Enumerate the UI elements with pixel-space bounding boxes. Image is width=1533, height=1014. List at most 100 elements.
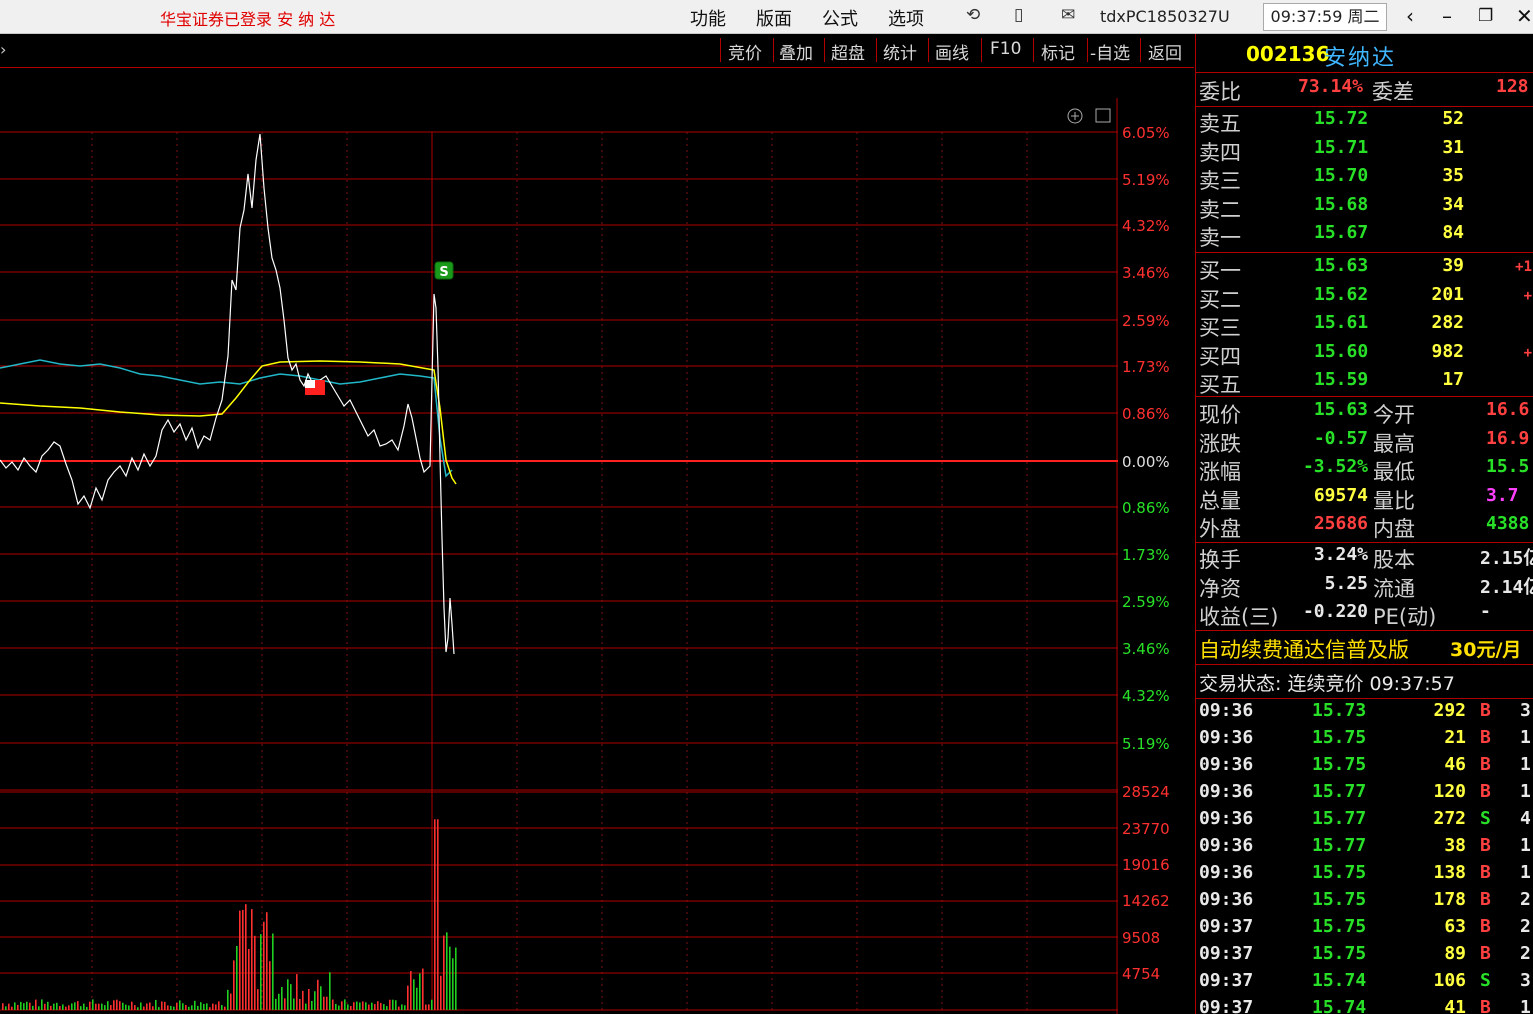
fund-value: 3.24% [1313, 544, 1368, 565]
fund-label: PE(动) [1373, 605, 1437, 630]
stat-value: 4388 [1486, 513, 1530, 535]
tick-side: B [1480, 754, 1491, 775]
divider [1196, 542, 1533, 543]
price-tick: 2.59% [1122, 593, 1170, 611]
menu-options[interactable]: 选项 [888, 5, 924, 31]
volume-bar [200, 1002, 202, 1010]
tick-count: 2 [1520, 943, 1531, 964]
tool-watchlist[interactable]: -自选 [1090, 39, 1130, 64]
volume-bar [161, 1001, 163, 1010]
volume-bar [167, 1005, 169, 1010]
tick-time: 09:37 [1199, 970, 1254, 991]
ask-label: 卖四 [1199, 140, 1241, 165]
minimize-icon[interactable]: – [1442, 4, 1452, 28]
stock-header: 002136 安纳达 [1196, 34, 1533, 73]
zoom-icon[interactable] [1067, 108, 1083, 124]
volume-bar [278, 993, 280, 1010]
volume-bar [188, 1006, 190, 1010]
divider [1196, 106, 1533, 107]
tick-volume: 89 [1444, 943, 1466, 964]
volume-bar [47, 1001, 49, 1010]
tick-time: 09:36 [1199, 808, 1254, 829]
tick-row: 09:36 15.73 292 B 3 [1196, 700, 1533, 727]
volume-grid [0, 827, 1118, 1011]
mail-icon[interactable]: ✉ [1061, 5, 1075, 25]
expand-arrow-icon[interactable]: › [0, 40, 6, 59]
volume-bar [77, 1001, 79, 1010]
tool-stats[interactable]: 统计 [883, 39, 917, 64]
volume-bar [158, 1007, 160, 1010]
menu-layout[interactable]: 版面 [756, 5, 792, 31]
volume-bar [440, 975, 442, 1010]
volume-bar [374, 1004, 376, 1010]
tick-count: 1 [1520, 727, 1531, 748]
bid-price: 15.59 [1314, 369, 1369, 391]
volume-bar [350, 1005, 352, 1010]
sell-marker[interactable]: S [434, 261, 454, 280]
tick-row: 09:36 15.77 120 B 1 [1196, 781, 1533, 808]
bid-row: 买三 15.61 282 [1196, 312, 1533, 340]
toolbar-divider [928, 38, 929, 62]
tick-row: 09:36 15.75 21 B 1 [1196, 727, 1533, 754]
menu-formula[interactable]: 公式 [822, 5, 858, 31]
fund-row: 净资 5.25流通 2.14亿 [1196, 573, 1533, 601]
ask-row: 卖四 15.71 31 [1196, 137, 1533, 165]
tick-side: B [1480, 997, 1491, 1014]
restore-icon[interactable]: ❐ [1478, 6, 1493, 26]
volume-bar [116, 999, 118, 1010]
volume-bar [2, 1003, 4, 1010]
tick-time: 09:36 [1199, 781, 1254, 802]
stat-value: -3.52% [1302, 456, 1368, 478]
tick-side: B [1480, 862, 1491, 883]
tool-auction[interactable]: 竞价 [728, 39, 762, 64]
volume-bar [329, 972, 331, 1010]
promo-banner[interactable]: 自动续费通达信普及版 30元/月 [1196, 632, 1533, 664]
back-icon[interactable]: ‹ [1406, 4, 1414, 28]
aux-line [0, 359, 453, 478]
volume-bar [356, 1001, 358, 1010]
volume-bar [239, 910, 241, 1010]
tool-superpan[interactable]: 超盘 [831, 39, 865, 64]
bid-volume: 39 [1442, 255, 1464, 276]
volume-bar [218, 1001, 220, 1010]
title-bar: 华宝证券已登录 安 纳 达 功能 版面 公式 选项 ⟲ ▯ ✉ tdxPC185… [0, 0, 1533, 34]
volume-bar [437, 819, 439, 1010]
volume-tick: 23770 [1122, 820, 1170, 838]
volume-bar [233, 960, 235, 1010]
tick-time: 09:37 [1199, 916, 1254, 937]
volume-bar [101, 1003, 103, 1010]
window-icon[interactable] [1095, 108, 1111, 123]
stat-value: 25686 [1313, 513, 1368, 535]
tick-price: 15.77 [1312, 808, 1367, 829]
phone-icon[interactable]: ▯ [1014, 5, 1023, 25]
tool-return[interactable]: 返回 [1148, 39, 1182, 64]
price-tick: 3.46% [1122, 264, 1170, 282]
refresh-icon[interactable]: ⟲ [966, 5, 980, 25]
tool-f10[interactable]: F10 [990, 39, 1021, 59]
tick-price: 15.75 [1312, 727, 1367, 748]
volume-bar [152, 1006, 154, 1010]
tool-mark[interactable]: 标记 [1041, 39, 1075, 64]
tool-overlay[interactable]: 叠加 [779, 39, 813, 64]
ask-label: 卖一 [1199, 226, 1241, 251]
volume-bar [308, 989, 310, 1010]
volume-bar [332, 999, 334, 1010]
bid-price: 15.63 [1314, 255, 1369, 276]
ask-price: 15.67 [1314, 222, 1369, 244]
tool-draw[interactable]: 画线 [935, 39, 969, 64]
menu-function[interactable]: 功能 [690, 5, 726, 31]
volume-bar [104, 1005, 106, 1010]
volume-bar [320, 986, 322, 1010]
volume-bar [5, 1006, 7, 1010]
stat-label: 最高 [1373, 431, 1415, 456]
close-icon[interactable]: ✕ [1516, 4, 1533, 28]
toolbar-divider [1033, 38, 1034, 62]
volume-bar [107, 1001, 109, 1010]
ask-row: 卖二 15.68 34 [1196, 194, 1533, 222]
volume-bar [455, 947, 457, 1010]
promo-price: 30元/月 [1450, 639, 1522, 661]
volume-bar [212, 1003, 214, 1010]
bid-label: 买二 [1199, 287, 1241, 312]
event-marker-icon[interactable] [305, 380, 325, 395]
volume-bar [11, 1006, 13, 1010]
